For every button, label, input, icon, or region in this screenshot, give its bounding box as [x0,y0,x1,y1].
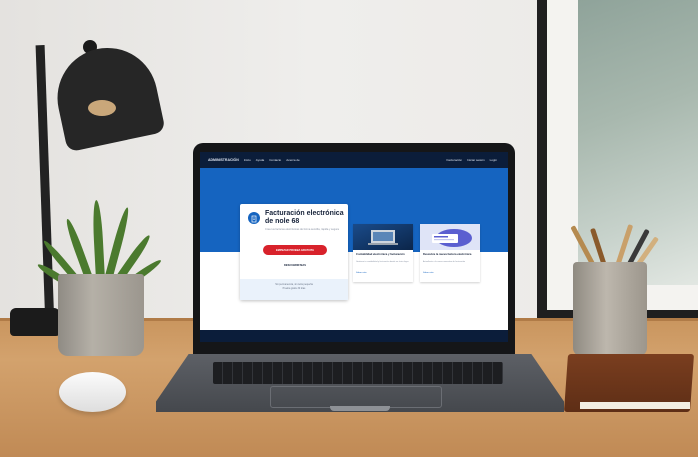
free-trial-button[interactable]: EMPEZAR PRUEBA GRATUITA [263,245,327,255]
feature-tile-1[interactable]: Contabilidad electrónica y facturación G… [353,224,413,282]
notebook-pages [580,402,690,409]
computer-mouse [59,372,126,412]
feature-tile-2[interactable]: Descubre la nueva factura electrónica Ac… [420,224,480,282]
tile-2-image [420,224,480,250]
hero-title: Facturación electrónica de nole 68 [265,210,344,225]
lamp-base [10,308,60,336]
tile-1-description: Gestiona tu contabilidad y facturación d… [356,261,409,263]
lamp-bulb [88,100,116,116]
nav-link-login[interactable]: Login [490,158,497,162]
hero-card-footer: Sin permanencia, sin letra pequeña Prueb… [240,279,348,300]
laptop-screen: ADMINISTRACIÓN Inicio Ayuda Contacto Ace… [200,152,508,342]
site-navbar: ADMINISTRACIÓN Inicio Ayuda Contacto Ace… [200,152,508,168]
laptop-notch [330,406,390,411]
nav-link-facturacion[interactable]: Facturación [446,158,462,162]
nav-link-acerca[interactable]: Acerca de [286,158,300,162]
tile-1-title: Contabilidad electrónica y facturación [356,253,405,256]
laptop-trackpad [270,386,442,408]
page-footer-band [200,330,508,342]
tile-2-title: Descubre la nueva factura electrónica [423,253,472,256]
hero-description: Crea tus facturas electrónicas de forma … [265,228,339,231]
site-logo[interactable]: ADMINISTRACIÓN [208,158,239,162]
nav-link-inicio[interactable]: Inicio [244,158,251,162]
footer-line-2[interactable]: Prueba gratis 30 días [240,287,348,291]
nav-link-iniciar-sesion[interactable]: Iniciar sesión [467,158,485,162]
tile-1-image [353,224,413,250]
pencil-cup [573,262,647,356]
tile-1-link[interactable]: Saber más [356,272,367,274]
document-icon [248,212,260,224]
hero-card: Facturación electrónica de nole 68 Crea … [240,204,348,300]
nav-right: Facturación Iniciar sesión Login [446,152,502,168]
tile-2-link[interactable]: Saber más [423,272,434,274]
nav-link-ayuda[interactable]: Ayuda [256,158,264,162]
laptop-keyboard [213,362,503,384]
nav-link-contacto[interactable]: Contacto [269,158,281,162]
tile-2-description: Actualízate a la nueva normativa de fact… [423,261,466,263]
plant-pot [58,274,144,356]
discover-more-button[interactable]: DESCUBRIR MAS [263,261,327,270]
